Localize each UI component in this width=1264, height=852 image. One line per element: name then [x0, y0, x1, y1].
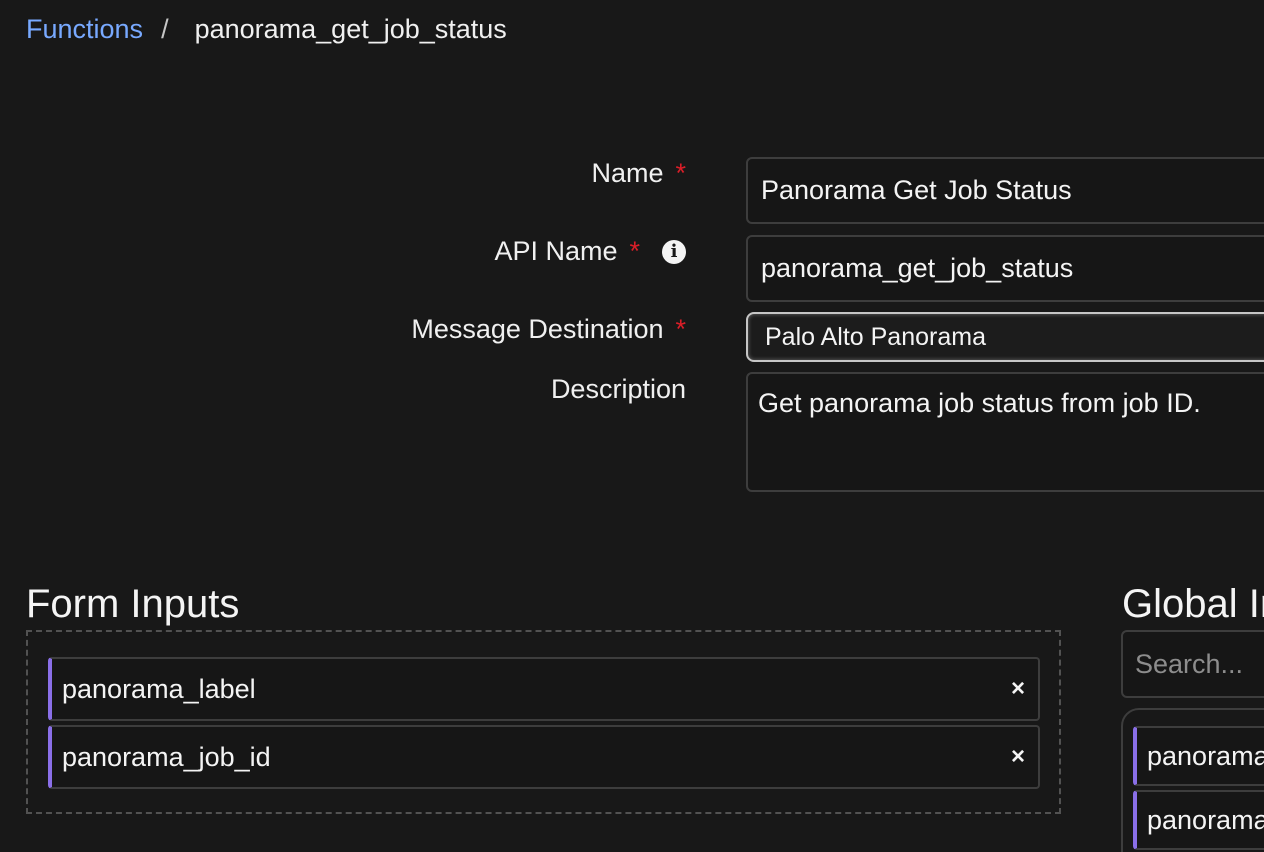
global-inputs-title: Global Inputs [1122, 582, 1264, 626]
description-value: Get panorama job status from job ID. [758, 388, 1201, 418]
api-name-label-text: API Name [494, 236, 618, 266]
form-inputs-dropzone[interactable]: panorama_label × panorama_job_id × [26, 630, 1061, 814]
required-asterisk: * [675, 314, 686, 344]
message-destination-select[interactable]: Palo Alto Panorama [746, 312, 1264, 362]
message-destination-label: Message Destination * [411, 314, 686, 345]
required-asterisk: * [675, 158, 686, 188]
name-input[interactable]: Panorama Get Job Status [746, 157, 1264, 224]
form-input-item[interactable]: panorama_label × [48, 657, 1040, 721]
form-input-item[interactable]: panorama_job_id × [48, 725, 1040, 789]
api-name-label: API Name * i [494, 236, 686, 267]
form-input-label: panorama_job_id [62, 741, 271, 772]
required-asterisk: * [629, 236, 640, 266]
remove-icon[interactable]: × [998, 743, 1038, 771]
global-inputs-search-input[interactable]: Search... [1121, 630, 1264, 698]
form-input-label: panorama_label [62, 673, 256, 704]
form-inputs-title: Form Inputs [26, 582, 240, 626]
global-inputs-list: panorama_action panorama_address [1121, 708, 1264, 852]
search-placeholder: Search... [1135, 648, 1244, 679]
breadcrumb-separator: / [161, 14, 169, 44]
info-icon[interactable]: i [662, 239, 686, 264]
global-input-item[interactable]: panorama_address [1133, 790, 1264, 850]
breadcrumb-functions-link[interactable]: Functions [26, 14, 143, 45]
api-name-input[interactable]: panorama_get_job_status [746, 235, 1264, 302]
description-label: Description [551, 374, 686, 405]
description-textarea[interactable]: Get panorama job status from job ID. [746, 372, 1264, 492]
breadcrumb: Functions / panorama_get_job_status [26, 14, 507, 45]
global-input-item[interactable]: panorama_action [1133, 726, 1264, 786]
function-editor-page: Functions / panorama_get_job_status Name… [0, 0, 1264, 852]
breadcrumb-current: panorama_get_job_status [194, 14, 507, 44]
api-name-input-value: panorama_get_job_status [761, 253, 1074, 283]
message-destination-selected-value: Palo Alto Panorama [765, 322, 986, 351]
name-label-text: Name [591, 158, 664, 188]
description-label-text: Description [550, 374, 686, 404]
remove-icon[interactable]: × [998, 675, 1038, 703]
name-input-value: Panorama Get Job Status [761, 175, 1072, 205]
message-destination-label-text: Message Destination [411, 314, 664, 344]
global-input-label: panorama_address [1147, 804, 1264, 835]
name-label: Name * [591, 158, 686, 189]
global-input-label: panorama_action [1147, 740, 1264, 771]
